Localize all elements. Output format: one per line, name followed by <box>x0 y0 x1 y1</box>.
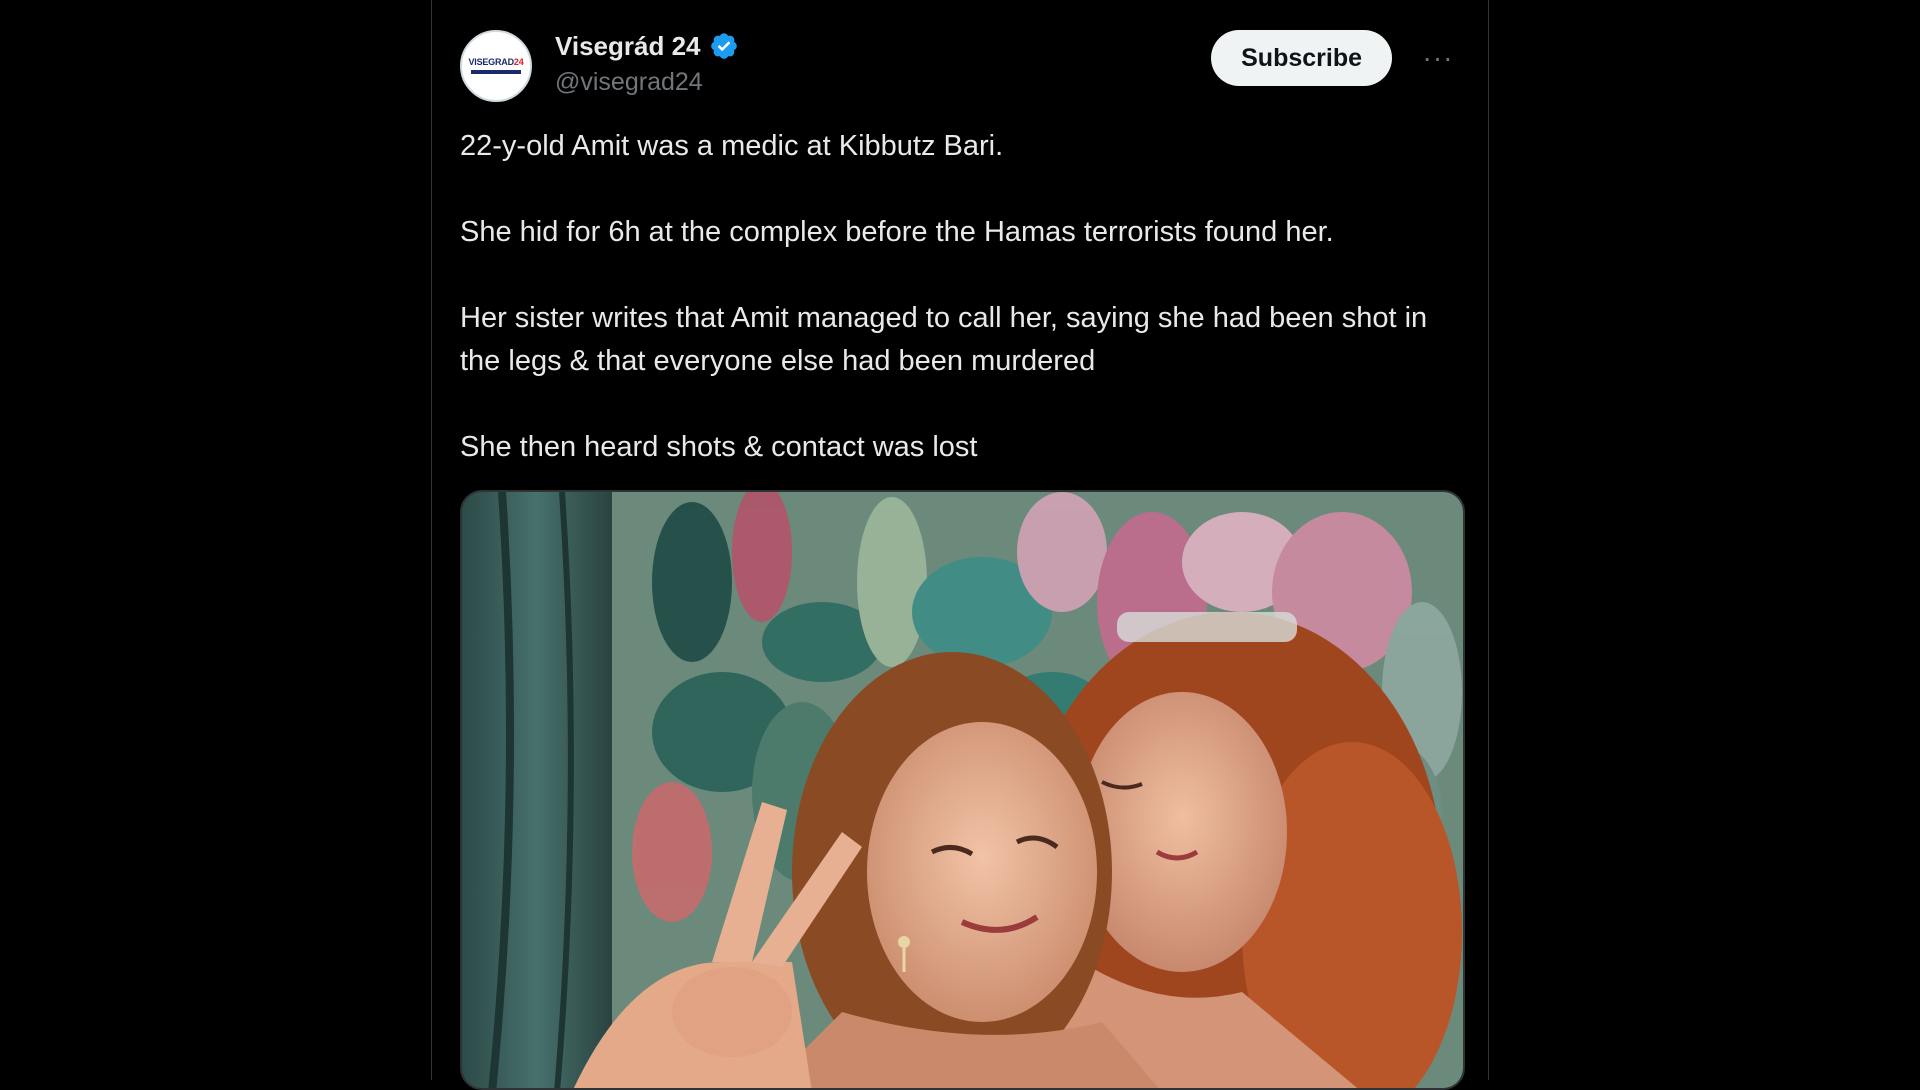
tweet-text: 22-y-old Amit was a medic at Kibbutz Bar… <box>460 125 1470 469</box>
tweet-paragraph: She hid for 6h at the complex before the… <box>460 216 1334 248</box>
avatar-logo-text: VISEGRAD24 <box>468 57 524 67</box>
verified-badge-icon <box>710 33 737 59</box>
avatar[interactable]: VISEGRAD24 <box>460 30 532 102</box>
handle[interactable]: @visegrad24 <box>555 68 739 97</box>
tweet-paragraph: 22-y-old Amit was a medic at Kibbutz Bar… <box>460 130 1004 162</box>
avatar-logo-bar <box>471 70 521 74</box>
more-options-icon[interactable]: ··· <box>1416 32 1460 84</box>
display-name-row: Visegrád 24 <box>555 28 739 64</box>
author-names: Visegrád 24 @visegrad24 <box>555 28 739 97</box>
feed-column: VISEGRAD24 Visegrád 24 @visegrad24 Subsc… <box>431 0 1489 1090</box>
tweet-photo[interactable] <box>460 490 1465 1090</box>
tweet-paragraph: Her sister writes that Amit managed to c… <box>460 302 1428 377</box>
photo-image <box>462 492 1463 1088</box>
subscribe-button[interactable]: Subscribe <box>1211 30 1392 86</box>
tweet-header: VISEGRAD24 Visegrád 24 @visegrad24 Subsc… <box>460 28 1460 104</box>
tweet[interactable]: VISEGRAD24 Visegrád 24 @visegrad24 Subsc… <box>432 0 1488 1090</box>
display-name[interactable]: Visegrád 24 <box>555 31 701 62</box>
tweet-paragraph: She then heard shots & contact was lost <box>460 431 978 463</box>
